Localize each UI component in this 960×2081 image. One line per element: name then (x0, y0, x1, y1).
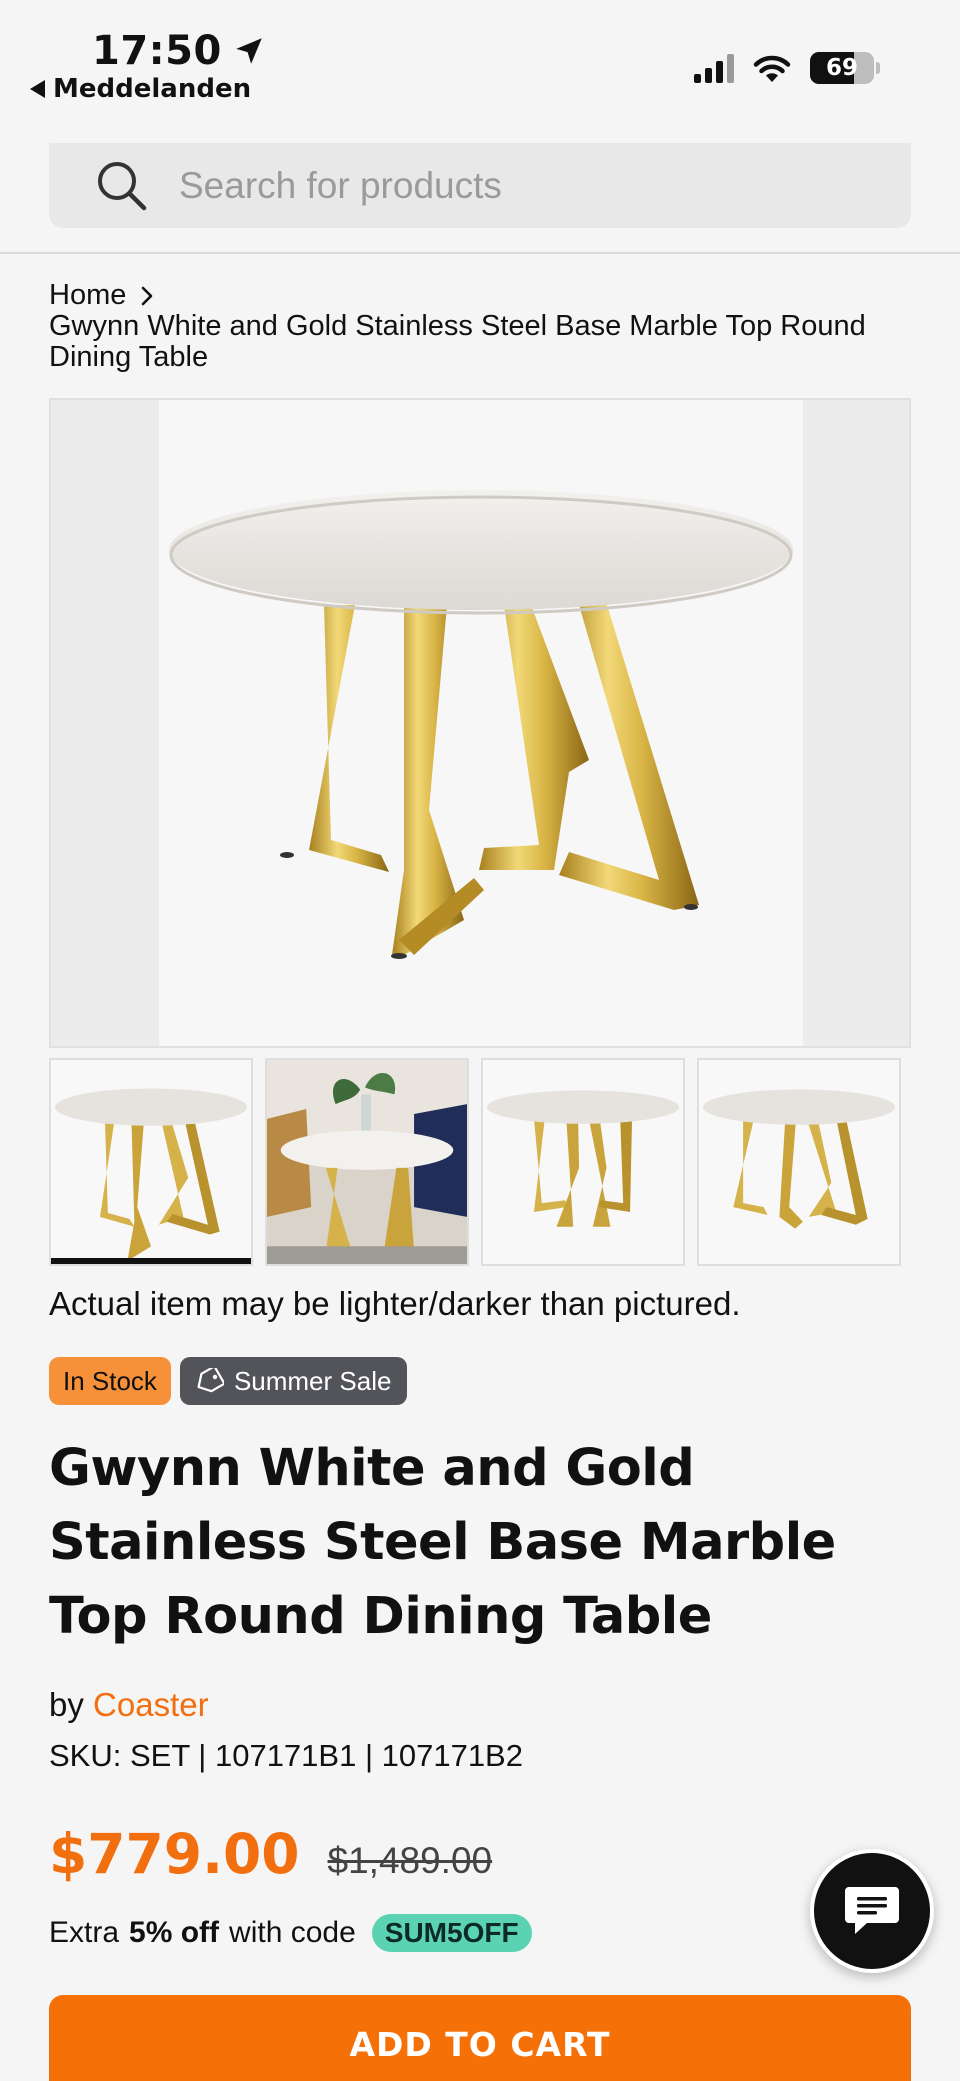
chat-button[interactable] (810, 1849, 934, 1973)
brand-prefix: by (49, 1686, 84, 1723)
product-title: Gwynn White and Gold Stainless Steel Bas… (49, 1439, 836, 1646)
summer-sale-badge: Summer Sale (179, 1357, 408, 1405)
clock-row: 17:50 (92, 28, 266, 74)
thumbnail-strip (49, 1058, 911, 1268)
thumbnail-2[interactable] (265, 1058, 469, 1266)
breadcrumb-home-link[interactable]: Home (49, 280, 154, 311)
search-input[interactable] (179, 164, 829, 207)
back-caret-icon (30, 80, 45, 98)
promo-prefix: Extra (49, 1916, 120, 1949)
in-stock-badge: In Stock (49, 1357, 171, 1405)
promo-code-badge[interactable]: SUM5OFF (371, 1914, 532, 1952)
image-disclaimer: Actual item may be lighter/darker than p… (49, 1285, 741, 1322)
thumbnail-3[interactable] (481, 1058, 685, 1266)
back-label: Meddelanden (53, 74, 252, 104)
search-icon[interactable] (95, 159, 149, 213)
add-to-cart-button[interactable]: ADD TO CART (49, 1995, 911, 2081)
location-arrow-icon (236, 38, 262, 64)
price-row: $779.00 $1,489.00 (49, 1822, 492, 1886)
thumbnail-4-photo (702, 1089, 896, 1229)
promo-discount: 5% off (129, 1916, 220, 1949)
thumbnail-2-photo (267, 1060, 467, 1264)
sale-price: $779.00 (49, 1822, 300, 1886)
thumbnail-1[interactable] (49, 1058, 253, 1266)
thumbnail-4[interactable] (697, 1058, 901, 1266)
brand-link[interactable]: Coaster (93, 1686, 209, 1723)
promo-middle: with code (229, 1916, 356, 1949)
chat-icon (845, 1887, 899, 1934)
product-photo (169, 490, 793, 959)
breadcrumb: Home Gwynn White and Gold Stainless Stee… (49, 280, 911, 373)
battery-indicator: 69 (810, 52, 880, 84)
breadcrumb-current: Gwynn White and Gold Stainless Steel Bas… (49, 310, 866, 373)
product-badges: In Stock Summer Sale (49, 1357, 408, 1405)
summer-sale-label: Summer Sale (233, 1365, 392, 1396)
chevron-right-icon (142, 286, 153, 305)
status-bar: 17:50 Meddelanden 69 (0, 0, 960, 130)
original-price: $1,489.00 (327, 1840, 493, 1881)
brand-line: by Coaster (49, 1686, 209, 1724)
product-main-image[interactable] (49, 398, 911, 1048)
thumbnail-1-photo (54, 1088, 248, 1262)
search-bar[interactable] (49, 143, 911, 228)
thumbnail-3-photo (486, 1090, 680, 1227)
sku-text: SKU: SET | 107171B1 | 107171B2 (49, 1738, 523, 1773)
back-to-app-link[interactable]: Meddelanden (30, 74, 251, 104)
battery-percent: 69 (825, 55, 858, 81)
clock: 17:50 (92, 28, 222, 74)
wifi-icon (753, 55, 791, 82)
status-icons: 69 (694, 52, 880, 84)
header-divider (0, 252, 960, 254)
cellular-signal-icon (694, 53, 734, 83)
promo-line: Extra 5% off with code SUM5OFF (49, 1914, 532, 1952)
breadcrumb-home-label: Home (49, 279, 127, 311)
tag-icon (197, 1368, 224, 1393)
